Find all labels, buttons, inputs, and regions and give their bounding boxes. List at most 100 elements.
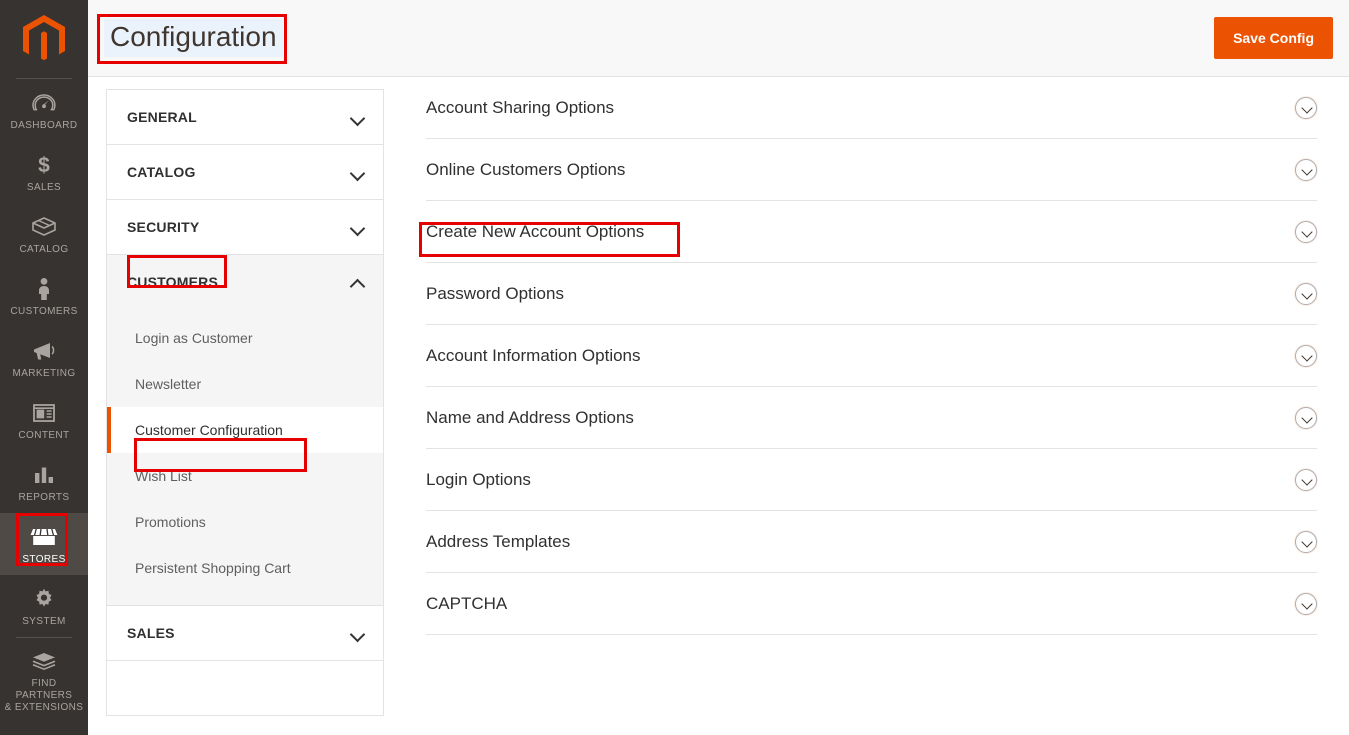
nav-label: REPORTS bbox=[19, 492, 70, 504]
chevron-down-icon bbox=[351, 223, 365, 232]
config-item-login-as-customer[interactable]: Login as Customer bbox=[107, 315, 383, 361]
settings-row-title: Account Information Options bbox=[426, 346, 641, 366]
config-section-general-header[interactable]: GENERAL bbox=[107, 90, 383, 144]
config-section-security-header[interactable]: SECURITY bbox=[107, 200, 383, 254]
person-icon bbox=[36, 276, 52, 302]
nav-label: CONTENT bbox=[18, 430, 69, 442]
settings-row-address-templates[interactable]: Address Templates bbox=[426, 511, 1317, 573]
config-item-newsletter[interactable]: Newsletter bbox=[107, 361, 383, 407]
config-section-label: GENERAL bbox=[127, 109, 197, 125]
settings-row-title: Address Templates bbox=[426, 532, 570, 552]
config-section-general: GENERAL bbox=[107, 90, 383, 145]
dashboard-gauge-icon bbox=[32, 90, 56, 116]
config-section-customers-items: Login as Customer Newsletter Customer Co… bbox=[107, 309, 383, 605]
settings-row-title: Online Customers Options bbox=[426, 160, 625, 180]
settings-row-title: Account Sharing Options bbox=[426, 98, 614, 118]
config-section-label: CATALOG bbox=[127, 164, 196, 180]
magento-logo[interactable] bbox=[0, 0, 88, 78]
settings-row-name-and-address-options[interactable]: Name and Address Options bbox=[426, 387, 1317, 449]
settings-row-password-options[interactable]: Password Options bbox=[426, 263, 1317, 325]
nav-label-line2: & EXTENSIONS bbox=[5, 702, 84, 714]
megaphone-icon bbox=[31, 338, 57, 364]
config-section-customers-header[interactable]: CUSTOMERS bbox=[107, 255, 383, 309]
bar-chart-icon bbox=[32, 462, 56, 488]
circle-chevron-down-icon[interactable] bbox=[1295, 407, 1317, 429]
configuration-sidebar: GENERAL CATALOG SECURITY bbox=[88, 77, 398, 735]
chevron-up-icon bbox=[351, 278, 365, 287]
config-section-label: SECURITY bbox=[127, 219, 199, 235]
config-section-label: CUSTOMERS bbox=[127, 274, 218, 290]
settings-row-account-sharing-options[interactable]: Account Sharing Options bbox=[426, 77, 1317, 139]
config-section-next-header[interactable] bbox=[107, 661, 383, 715]
nav-label: SALES bbox=[27, 182, 61, 194]
config-section-sales: SALES bbox=[107, 606, 383, 661]
page-body: GENERAL CATALOG SECURITY bbox=[88, 77, 1349, 735]
nav-label: CUSTOMERS bbox=[10, 306, 77, 318]
config-item-customer-configuration[interactable]: Customer Configuration bbox=[107, 407, 383, 453]
settings-row-title: Password Options bbox=[426, 284, 564, 304]
dollar-sign-icon: $ bbox=[36, 152, 52, 178]
nav-item-sales[interactable]: $ SALES bbox=[0, 141, 88, 203]
page-title: Configuration bbox=[104, 19, 283, 57]
settings-row-create-new-account-options[interactable]: Create New Account Options bbox=[426, 201, 1317, 263]
circle-chevron-down-icon[interactable] bbox=[1295, 593, 1317, 615]
config-section-label: SALES bbox=[127, 625, 175, 641]
config-section-security: SECURITY bbox=[107, 200, 383, 255]
settings-panel: Account Sharing Options Online Customers… bbox=[398, 77, 1349, 735]
layout-panel-icon bbox=[32, 400, 56, 426]
chevron-down-icon bbox=[351, 113, 365, 122]
settings-row-account-information-options[interactable]: Account Information Options bbox=[426, 325, 1317, 387]
nav-item-customers[interactable]: CUSTOMERS bbox=[0, 265, 88, 327]
config-section-catalog: CATALOG bbox=[107, 145, 383, 200]
page-header: Configuration Save Config bbox=[88, 0, 1349, 77]
config-section-customers: CUSTOMERS Login as Customer Newsletter C… bbox=[107, 255, 383, 606]
nav-label: MARKETING bbox=[12, 368, 75, 380]
settings-row-title: Create New Account Options bbox=[426, 222, 644, 242]
magento-admin-configuration-page: DASHBOARD $ SALES CATALOG CUSTOMERS bbox=[0, 0, 1349, 735]
nav-item-marketing[interactable]: MARKETING bbox=[0, 327, 88, 389]
page-title-wrapper: Configuration bbox=[104, 19, 283, 57]
circle-chevron-down-icon[interactable] bbox=[1295, 283, 1317, 305]
svg-text:$: $ bbox=[38, 154, 50, 177]
main-column: Configuration Save Config GENERAL C bbox=[88, 0, 1349, 735]
settings-row-title: CAPTCHA bbox=[426, 594, 507, 614]
save-config-button[interactable]: Save Config bbox=[1214, 17, 1333, 59]
nav-item-find-partners-extensions[interactable]: FIND PARTNERS & EXTENSIONS bbox=[0, 638, 88, 723]
gear-icon bbox=[32, 586, 56, 612]
circle-chevron-down-icon[interactable] bbox=[1295, 531, 1317, 553]
storefront-icon bbox=[30, 524, 58, 550]
circle-chevron-down-icon[interactable] bbox=[1295, 345, 1317, 367]
settings-row-online-customers-options[interactable]: Online Customers Options bbox=[426, 139, 1317, 201]
config-item-persistent-shopping-cart[interactable]: Persistent Shopping Cart bbox=[107, 545, 383, 591]
circle-chevron-down-icon[interactable] bbox=[1295, 221, 1317, 243]
settings-row-login-options[interactable]: Login Options bbox=[426, 449, 1317, 511]
nav-item-system[interactable]: SYSTEM bbox=[0, 575, 88, 637]
configuration-section-list: GENERAL CATALOG SECURITY bbox=[106, 89, 384, 716]
config-item-wish-list[interactable]: Wish List bbox=[107, 453, 383, 499]
nav-item-stores[interactable]: STORES bbox=[0, 513, 88, 575]
chevron-down-icon bbox=[351, 629, 365, 638]
nav-label-line1: FIND PARTNERS bbox=[2, 678, 86, 702]
settings-row-title: Login Options bbox=[426, 470, 531, 490]
nav-label: STORES bbox=[22, 554, 65, 566]
nav-item-content[interactable]: CONTENT bbox=[0, 389, 88, 451]
nav-label: CATALOG bbox=[19, 244, 68, 256]
circle-chevron-down-icon[interactable] bbox=[1295, 469, 1317, 491]
nav-item-catalog[interactable]: CATALOG bbox=[0, 203, 88, 265]
nav-label: DASHBOARD bbox=[11, 120, 78, 132]
settings-row-title: Name and Address Options bbox=[426, 408, 634, 428]
chevron-down-icon bbox=[351, 168, 365, 177]
box-icon bbox=[31, 214, 57, 240]
circle-chevron-down-icon[interactable] bbox=[1295, 159, 1317, 181]
circle-chevron-down-icon[interactable] bbox=[1295, 97, 1317, 119]
config-section-catalog-header[interactable]: CATALOG bbox=[107, 145, 383, 199]
config-section-sales-header[interactable]: SALES bbox=[107, 606, 383, 660]
extensions-box-icon bbox=[31, 648, 57, 674]
nav-item-dashboard[interactable]: DASHBOARD bbox=[0, 79, 88, 141]
nav-item-reports[interactable]: REPORTS bbox=[0, 451, 88, 513]
config-section-next-partial bbox=[107, 661, 383, 716]
nav-label: SYSTEM bbox=[22, 616, 66, 628]
config-item-promotions[interactable]: Promotions bbox=[107, 499, 383, 545]
admin-sidebar: DASHBOARD $ SALES CATALOG CUSTOMERS bbox=[0, 0, 88, 735]
settings-row-captcha[interactable]: CAPTCHA bbox=[426, 573, 1317, 635]
